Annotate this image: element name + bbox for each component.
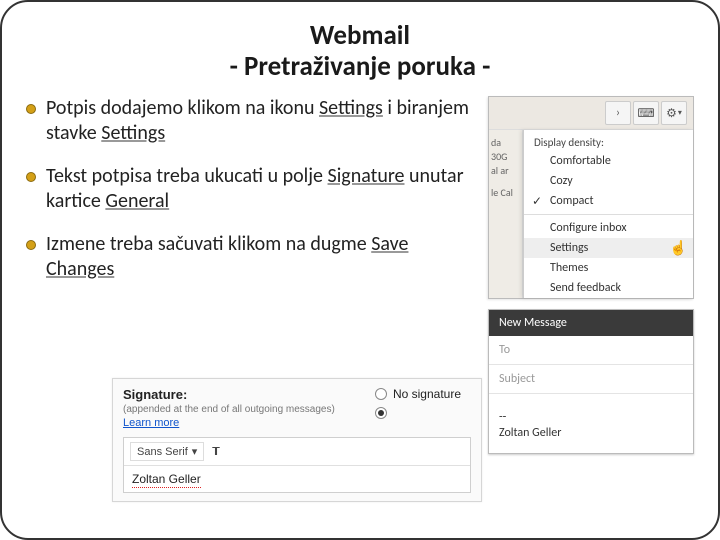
bullet-3: Izmene treba sačuvati klikom na dugme Sa… — [26, 232, 474, 282]
screenshots-column: › ⌨ ⚙▾ da 30G al ar le Cal Display densi… — [488, 96, 694, 454]
font-select[interactable]: Sans Serif ▾ — [130, 442, 204, 461]
use-signature-radio[interactable] — [375, 407, 461, 419]
gear-icon[interactable]: ⚙▾ — [661, 101, 687, 125]
keyboard-icon[interactable]: ⌨ — [633, 101, 659, 125]
signature-toolbar: Sans Serif ▾ 𝗧 — [124, 438, 470, 466]
chevron-down-icon: ▾ — [192, 445, 198, 458]
text-size-icon[interactable]: 𝗧 — [208, 445, 224, 458]
signature-radio-group: No signature — [375, 387, 471, 419]
density-compact[interactable]: Compact — [524, 191, 693, 211]
bullet-2: Tekst potpisa treba ukucati u polje Sign… — [26, 164, 474, 214]
compose-to-field[interactable]: To — [489, 336, 693, 365]
radio-icon — [375, 388, 387, 400]
menu-settings[interactable]: Settings ☝ — [524, 238, 693, 258]
display-density-label: Display density: — [524, 130, 693, 151]
bullet-2-text: Tekst potpisa treba ukucati u polje Sign… — [46, 164, 474, 214]
slide-frame: Webmail - Pretraživanje poruka - Potpis … — [0, 0, 720, 540]
signature-textarea[interactable]: Zoltan Geller — [124, 466, 470, 492]
gmail-side-fragment: da 30G al ar le Cal — [489, 130, 523, 298]
signature-value: Zoltan Geller — [132, 472, 201, 488]
bullet-1-text: Potpis dodajemo klikom na ikonu Settings… — [46, 96, 474, 146]
gmail-menu-body: da 30G al ar le Cal Display density: Com… — [489, 130, 693, 298]
signature-label-block: Signature: (appended at the end of all o… — [123, 387, 335, 429]
radio-icon — [375, 407, 387, 419]
signature-dashes: -- — [499, 410, 683, 426]
learn-more-link[interactable]: Learn more — [123, 417, 335, 429]
gmail-toolbar: › ⌨ ⚙▾ — [489, 97, 693, 130]
compose-subject-field[interactable]: Subject — [489, 365, 693, 394]
bullet-icon — [26, 104, 36, 114]
bullet-3-text: Izmene treba sačuvati klikom na dugme Sa… — [46, 232, 474, 282]
bullet-icon — [26, 240, 36, 250]
signature-settings-panel: Signature: (appended at the end of all o… — [112, 378, 482, 502]
title-line-2: - Pretraživanje poruka - — [26, 51, 694, 82]
signature-subtext: (appended at the end of all outgoing mes… — [123, 404, 335, 415]
density-comfortable[interactable]: Comfortable — [524, 151, 693, 171]
gmail-settings-menu: › ⌨ ⚙▾ da 30G al ar le Cal Display densi… — [488, 96, 694, 299]
slide-title: Webmail - Pretraživanje poruka - — [26, 20, 694, 82]
bullet-icon — [26, 172, 36, 182]
density-cozy[interactable]: Cozy — [524, 171, 693, 191]
bullet-1: Potpis dodajemo klikom na ikonu Settings… — [26, 96, 474, 146]
no-signature-radio[interactable]: No signature — [375, 387, 461, 401]
chevron-right-icon[interactable]: › — [605, 101, 631, 125]
compose-title: New Message — [489, 310, 693, 336]
menu-send-feedback[interactable]: Send feedback — [524, 278, 693, 298]
compose-body[interactable]: -- Zoltan Geller — [489, 394, 693, 453]
menu-configure-inbox[interactable]: Configure inbox — [524, 218, 693, 238]
gmail-dropdown: Display density: Comfortable Cozy Compac… — [523, 130, 693, 298]
menu-themes[interactable]: Themes — [524, 258, 693, 278]
menu-separator — [524, 214, 693, 215]
signature-label: Signature: — [123, 387, 335, 402]
pointer-cursor-icon: ☝ — [670, 240, 687, 257]
signature-name: Zoltan Geller — [499, 426, 683, 442]
compose-window: New Message To Subject -- Zoltan Geller — [488, 309, 694, 454]
signature-editor: Sans Serif ▾ 𝗧 Zoltan Geller — [123, 437, 471, 493]
title-line-1: Webmail — [26, 20, 694, 51]
signature-header-row: Signature: (appended at the end of all o… — [123, 387, 471, 429]
